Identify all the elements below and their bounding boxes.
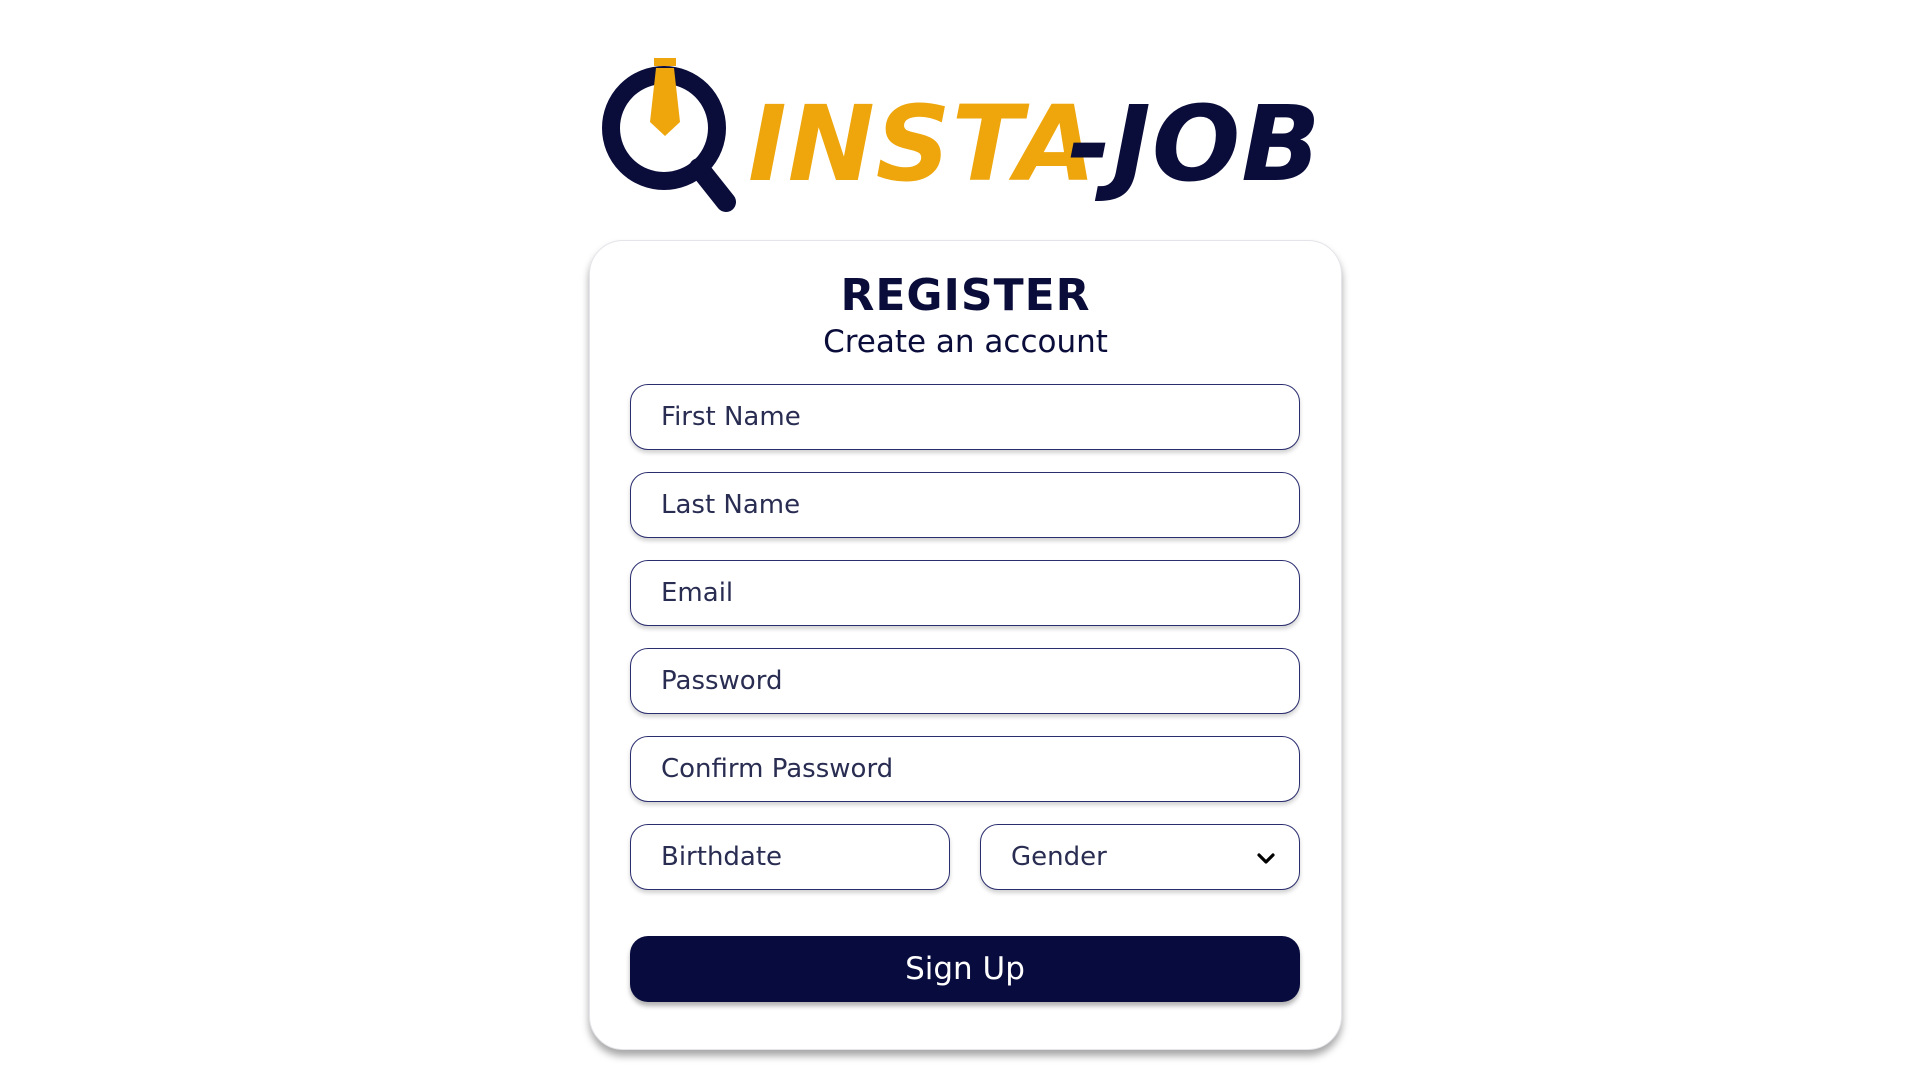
page-title: REGISTER [840, 270, 1091, 321]
insta-job-logo: INSTA -JOB [596, 52, 1336, 212]
register-page: INSTA -JOB REGISTER Create an account Ge… [0, 0, 1920, 1080]
password-input[interactable] [630, 648, 1300, 714]
birthdate-input[interactable] [630, 824, 950, 890]
magnifier-tie-icon [602, 58, 736, 212]
confirm-password-input[interactable] [630, 736, 1300, 802]
first-name-input[interactable] [630, 384, 1300, 450]
logo-text-insta: INSTA [748, 83, 1097, 205]
gender-select[interactable]: Gender [980, 824, 1300, 890]
chevron-down-icon [1257, 853, 1275, 864]
register-card: REGISTER Create an account Gender Sign U… [589, 240, 1342, 1050]
page-subtitle: Create an account [823, 324, 1108, 360]
sign-up-button[interactable]: Sign Up [630, 936, 1300, 1002]
last-name-input[interactable] [630, 472, 1300, 538]
logo-text-job: -JOB [1068, 83, 1322, 205]
gender-select-value: Gender [1011, 842, 1107, 872]
email-input[interactable] [630, 560, 1300, 626]
